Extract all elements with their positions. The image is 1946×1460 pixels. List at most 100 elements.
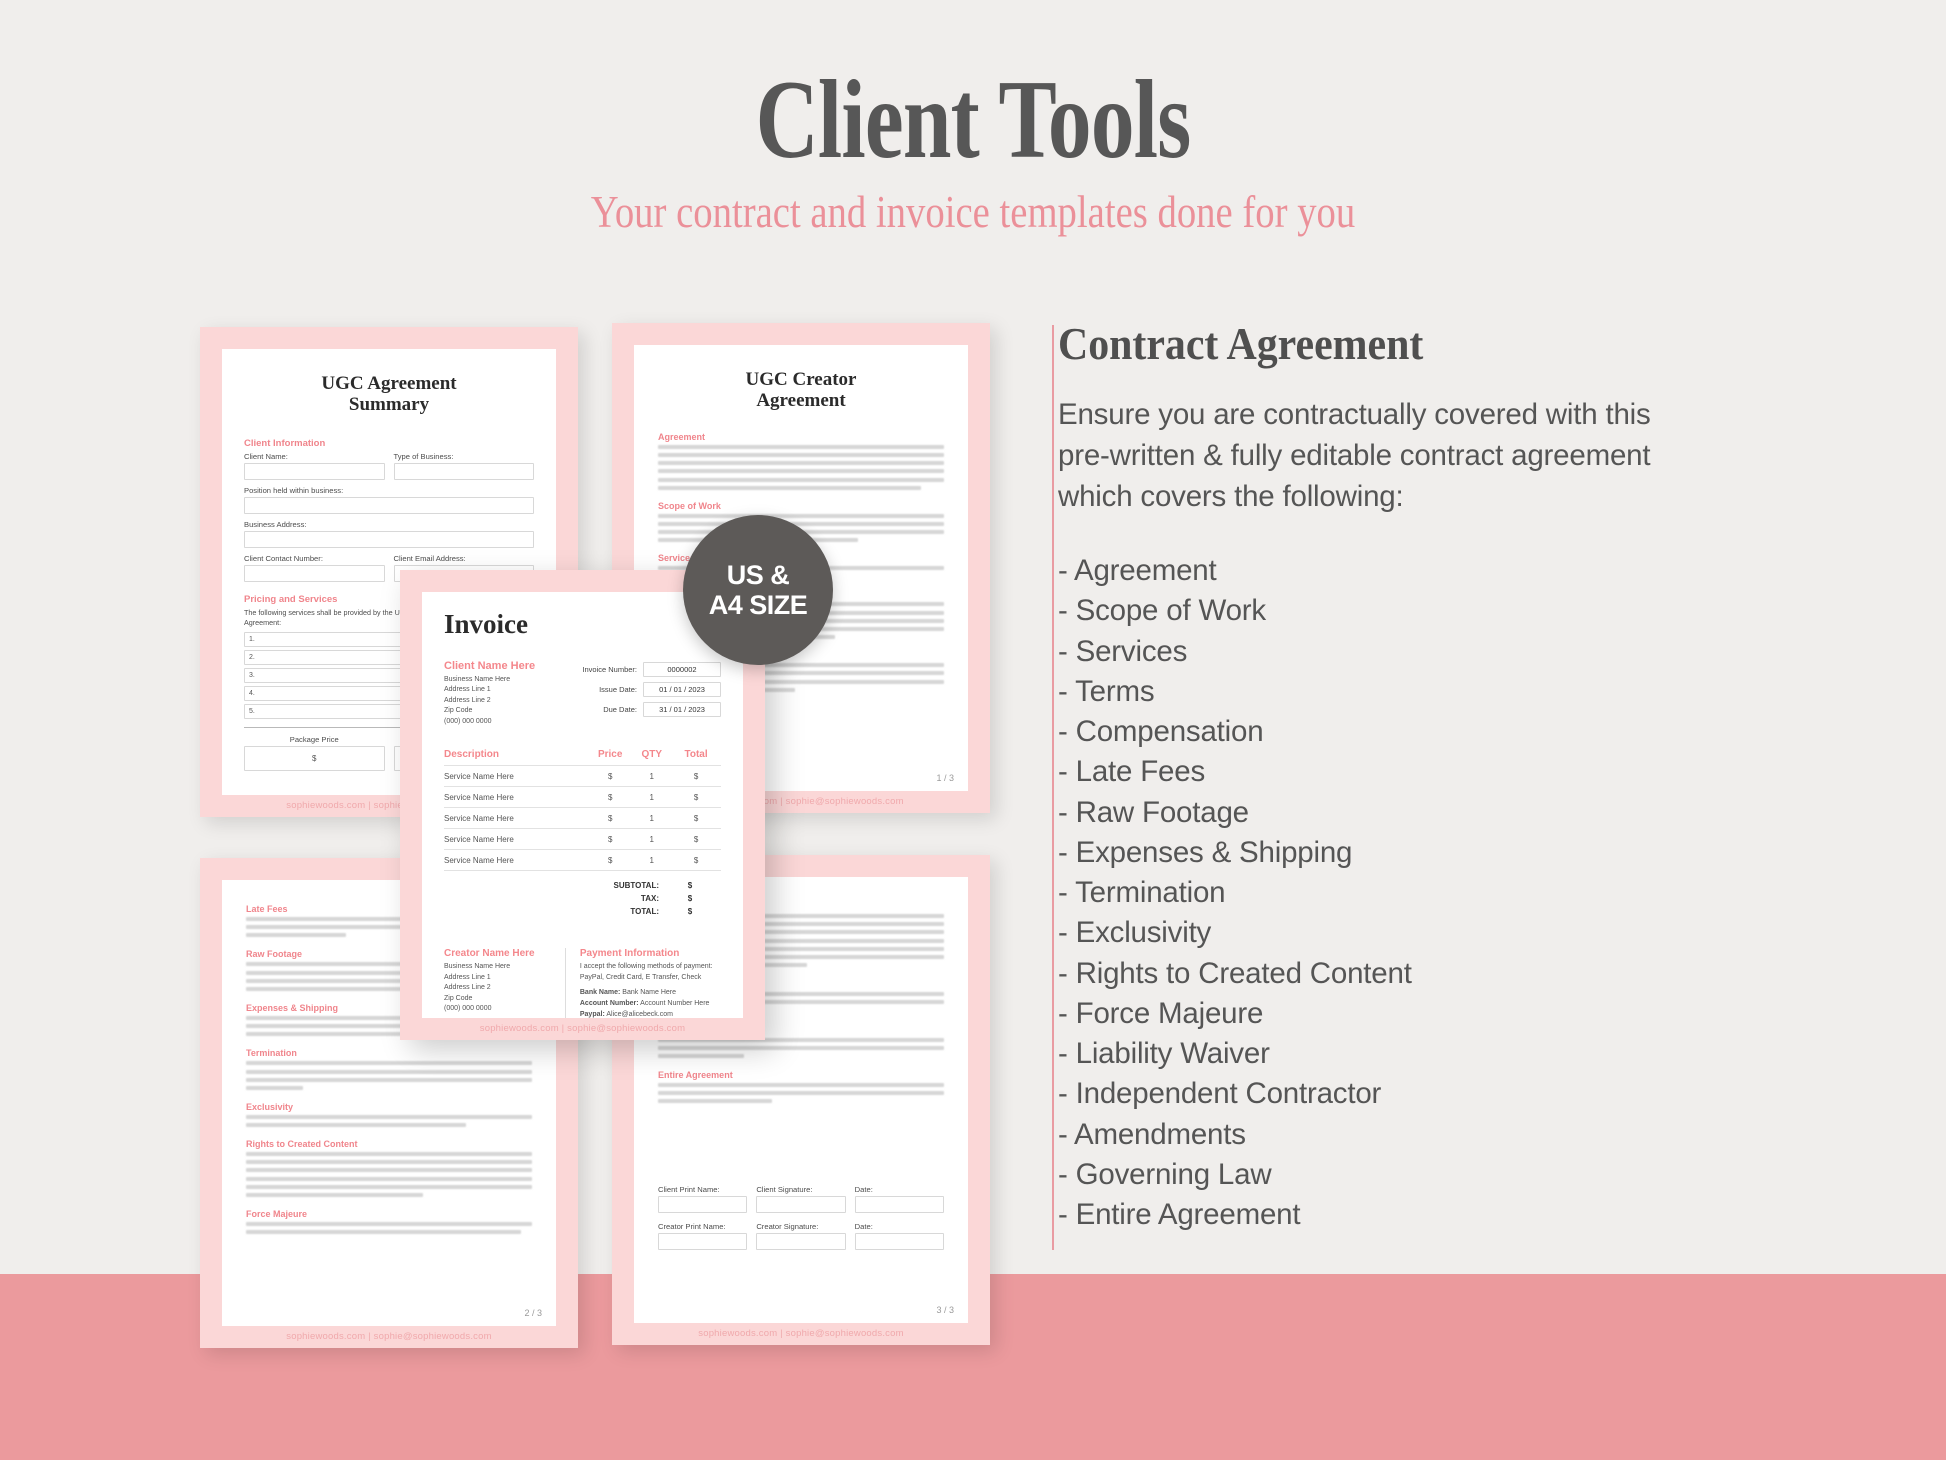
cell-price: $ xyxy=(588,786,633,808)
invoice-creator-block: Creator Name Here Business Name Here Add… xyxy=(444,948,566,1018)
heading-agreement: Agreement xyxy=(658,431,706,442)
client-address-line: Address Line 1 xyxy=(444,686,491,694)
cell-total: $ xyxy=(671,786,721,808)
heading-exclusivity: Exclusivity xyxy=(246,1101,294,1112)
value-subtotal: $ xyxy=(687,881,693,891)
heading-termination: Termination xyxy=(246,1048,297,1059)
list-item: - Liability Waiver xyxy=(1058,1037,1270,1071)
cell-description: Service Name Here xyxy=(444,765,589,787)
invoice-creator-name: Creator Name Here xyxy=(444,948,535,960)
input-client-name[interactable] xyxy=(244,462,385,480)
invoice-meta-row: Invoice Number: 0000002 xyxy=(582,661,721,677)
heading-scope-of-work: Scope of Work xyxy=(658,500,721,511)
input-invoice-number[interactable]: 0000002 xyxy=(643,661,721,677)
label-issue-date: Issue Date: xyxy=(599,684,637,694)
doc-summary-title: UGC Agreement Summary xyxy=(222,373,556,416)
cell-description: Service Name Here xyxy=(444,807,589,829)
input-creator-print-name[interactable] xyxy=(658,1233,748,1251)
input-creator-date[interactable] xyxy=(854,1233,944,1251)
table-row[interactable]: Service Name Here $ 1 $ xyxy=(444,849,721,872)
creator-address-line: Address Line 1 xyxy=(444,973,491,981)
list-item: - Termination xyxy=(1058,876,1226,910)
input-business-address[interactable] xyxy=(244,530,534,548)
col-price: Price xyxy=(597,749,623,761)
badge-line-2: A4 SIZE xyxy=(708,590,808,620)
cell-qty: 1 xyxy=(632,786,672,808)
input-client-contact-number[interactable] xyxy=(244,564,385,582)
input-type-of-business[interactable] xyxy=(393,462,534,480)
value-account-number: Account Number Here xyxy=(640,1000,710,1008)
contract-feature-list: - Agreement - Scope of Work - Services -… xyxy=(1058,551,1858,1236)
table-row[interactable]: Service Name Here $ 1 $ xyxy=(444,828,721,850)
value-paypal: Alice@alicebeck.com xyxy=(606,1010,673,1018)
invoice-meta-row: Issue Date: 01 / 01 / 2023 xyxy=(582,681,721,697)
cell-price: $ xyxy=(588,765,633,787)
list-item: - Scope of Work xyxy=(1058,594,1266,628)
panel-title: Contract Agreement xyxy=(1058,319,1424,369)
cell-total: $ xyxy=(671,849,721,872)
table-row[interactable]: Service Name Here $ 1 $ xyxy=(444,765,721,787)
invoice-meta-row: Due Date: 31 / 01 / 2023 xyxy=(582,701,721,717)
agreement-section: Agreement xyxy=(658,432,944,490)
col-description: Description xyxy=(444,749,500,761)
payment-intro-1: I accept the following methods of paymen… xyxy=(579,963,713,971)
body-rights-to-created-content xyxy=(246,1152,532,1197)
label-creator-print-name: Creator Print Name: xyxy=(658,1222,726,1232)
page-number-1: 1 / 3 xyxy=(936,773,954,783)
label-paypal: Paypal: xyxy=(579,1010,605,1018)
cell-qty: 1 xyxy=(632,849,672,872)
cell-description: Service Name Here xyxy=(444,849,589,872)
doc-summary-title-line1: UGC Agreement xyxy=(321,373,457,394)
agreement-section: Rights to Created Content xyxy=(246,1139,532,1197)
invoice-client-block: Client Name Here Business Name Here Addr… xyxy=(444,660,535,728)
payment-row: Paypal: Alice@alicebeck.com xyxy=(580,1010,721,1018)
doc-agreement-title-line1: UGC Creator xyxy=(745,369,857,390)
agreement-section: Force Majeure xyxy=(246,1209,532,1235)
label-creator-signature: Creator Signature: xyxy=(756,1222,819,1232)
input-client-signature[interactable] xyxy=(756,1196,846,1214)
col-total: Total xyxy=(684,749,708,761)
totals-row: SUBTOTAL: $ xyxy=(444,881,721,890)
label-due-date: Due Date: xyxy=(603,704,637,714)
input-creator-signature[interactable] xyxy=(756,1233,846,1251)
payment-intro-2: PayPal, Credit Card, E Transfer, Check xyxy=(579,973,702,981)
cell-price: $ xyxy=(588,828,633,850)
label-account-number: Account Number: xyxy=(579,1000,639,1008)
label-creator-date: Date: xyxy=(854,1222,873,1232)
body-entire-agreement xyxy=(658,1082,944,1104)
table-row[interactable]: Service Name Here $ 1 $ xyxy=(444,807,721,829)
table-row[interactable]: Service Name Here $ 1 $ xyxy=(444,786,721,808)
input-client-date[interactable] xyxy=(854,1196,944,1214)
invoice-creator-address: Business Name Here Address Line 1 Addres… xyxy=(444,962,553,1015)
label-type-of-business: Type of Business: xyxy=(393,451,454,461)
contract-agreement-panel: Contract Agreement Ensure you are contra… xyxy=(1058,318,1858,1236)
label-position: Position held within business: xyxy=(244,485,344,495)
doc-p2-footer: sophiewoods.com | sophie@sophiewoods.com xyxy=(286,1331,492,1342)
label-package-price: Package Price xyxy=(289,735,339,745)
list-item: - Amendments xyxy=(1058,1117,1246,1151)
totals-row: TOTAL: $ xyxy=(444,907,721,916)
section-client-information: Client Information xyxy=(244,437,326,449)
input-client-print-name[interactable] xyxy=(658,1196,748,1214)
agreement-section: Termination xyxy=(246,1048,532,1090)
us-a4-size-badge: US & A4 SIZE xyxy=(683,515,833,665)
page-subtitle: Your contract and invoice templates done… xyxy=(590,186,1356,237)
creator-address-line: Zip Code xyxy=(444,994,473,1002)
heading-force-majeure: Force Majeure xyxy=(246,1209,308,1219)
creator-address-line: Business Name Here xyxy=(444,963,511,971)
input-due-date[interactable]: 31 / 01 / 2023 xyxy=(643,701,721,717)
invoice-title: Invoice xyxy=(444,609,528,639)
label-tax: TAX: xyxy=(640,894,659,904)
creator-address-line: (000) 000 0000 xyxy=(444,1005,492,1013)
doc-invoice-footer: sophiewoods.com | sophie@sophiewoods.com xyxy=(479,1023,686,1034)
client-address-line: Business Name Here xyxy=(444,675,511,683)
label-client-print-name: Client Print Name: xyxy=(658,1185,720,1195)
input-position[interactable] xyxy=(244,496,534,514)
input-issue-date[interactable]: 01 / 01 / 2023 xyxy=(643,681,721,697)
payment-details: Bank Name: Bank Name Here Account Number… xyxy=(580,988,721,1018)
cell-total: $ xyxy=(671,828,721,850)
agreement-section: Entire Agreement xyxy=(658,1070,944,1104)
invoice-client-name: Client Name Here xyxy=(444,659,536,672)
cell-total: $ xyxy=(671,807,721,829)
input-package-price[interactable]: $ xyxy=(244,746,385,772)
